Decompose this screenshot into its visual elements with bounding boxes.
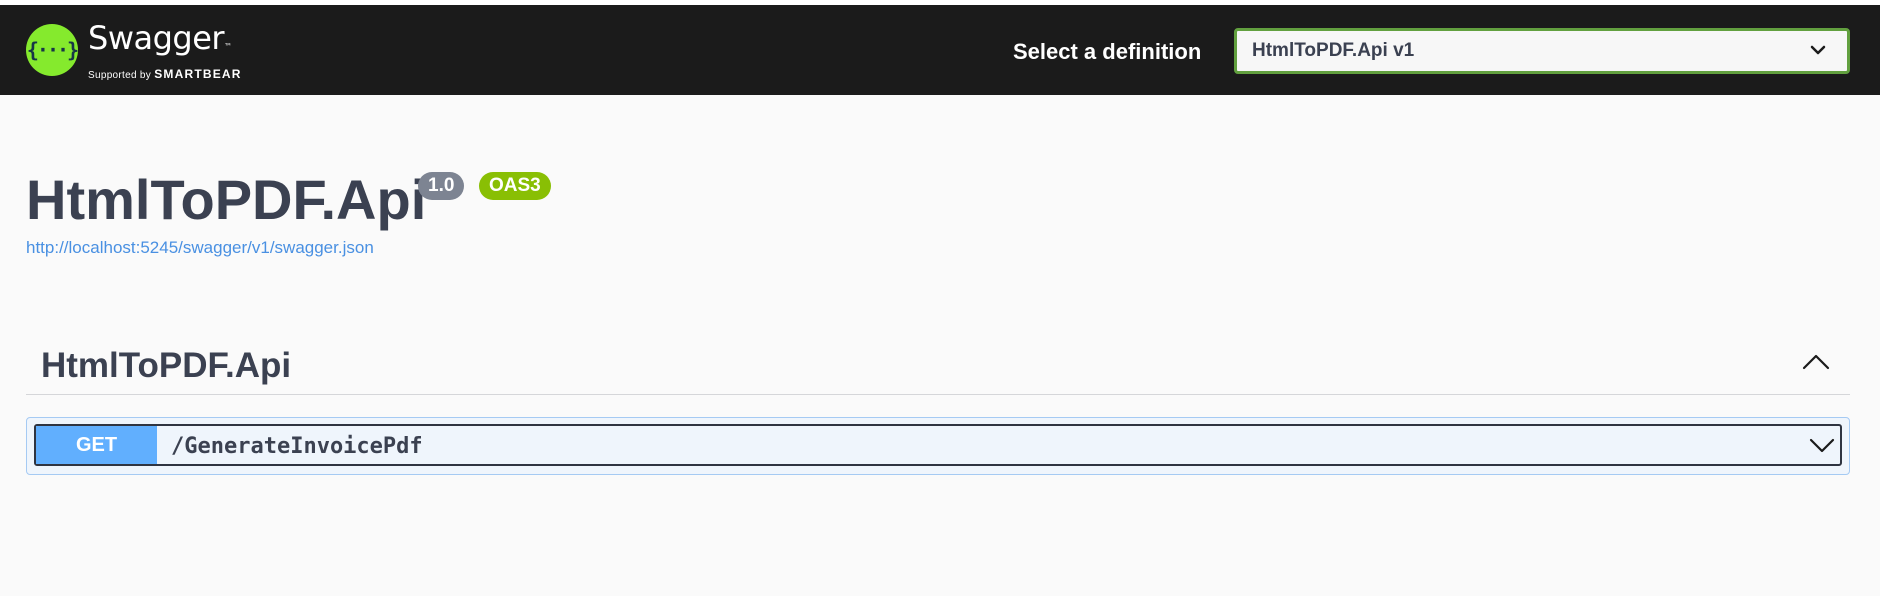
logo-subtitle: Supported by SMARTBEAR (88, 67, 242, 81)
swagger-braces-icon: {···} (26, 24, 79, 76)
chevron-up-icon[interactable] (1800, 350, 1832, 374)
definition-select[interactable]: HtmlToPDF.Api v1 (1234, 28, 1850, 74)
tag-section-header[interactable]: HtmlToPDF.Api (26, 330, 1850, 395)
main-content: HtmlToPDF.Api 1.0 OAS3 http://localhost:… (0, 95, 1880, 596)
method-badge-get: GET (36, 426, 157, 464)
api-title: HtmlToPDF.Api (26, 168, 427, 231)
logo-name: Swagger™ (88, 19, 232, 57)
swagger-logo[interactable]: {···} Swagger™ Supported by SMARTBEAR (26, 20, 242, 81)
logo-text: Swagger™ Supported by SMARTBEAR (88, 20, 242, 81)
definition-label: Select a definition (1013, 39, 1202, 64)
chevron-down-icon[interactable] (1808, 434, 1836, 456)
tag-name: HtmlToPDF.Api (41, 346, 292, 385)
operation-summary[interactable]: GET /GenerateInvoicePdf (34, 424, 1842, 466)
topbar: {···} Swagger™ Supported by SMARTBEAR Se… (0, 5, 1880, 95)
version-badge: 1.0 (418, 172, 465, 200)
spec-url-link[interactable]: http://localhost:5245/swagger/v1/swagger… (26, 238, 374, 258)
chevron-down-icon (1810, 45, 1826, 55)
definition-select-value: HtmlToPDF.Api v1 (1252, 40, 1415, 61)
oas-badge: OAS3 (479, 172, 551, 200)
operation-get-generateinvoicepdf: GET /GenerateInvoicePdf (26, 417, 1850, 475)
operation-path: /GenerateInvoicePdf (171, 434, 423, 459)
